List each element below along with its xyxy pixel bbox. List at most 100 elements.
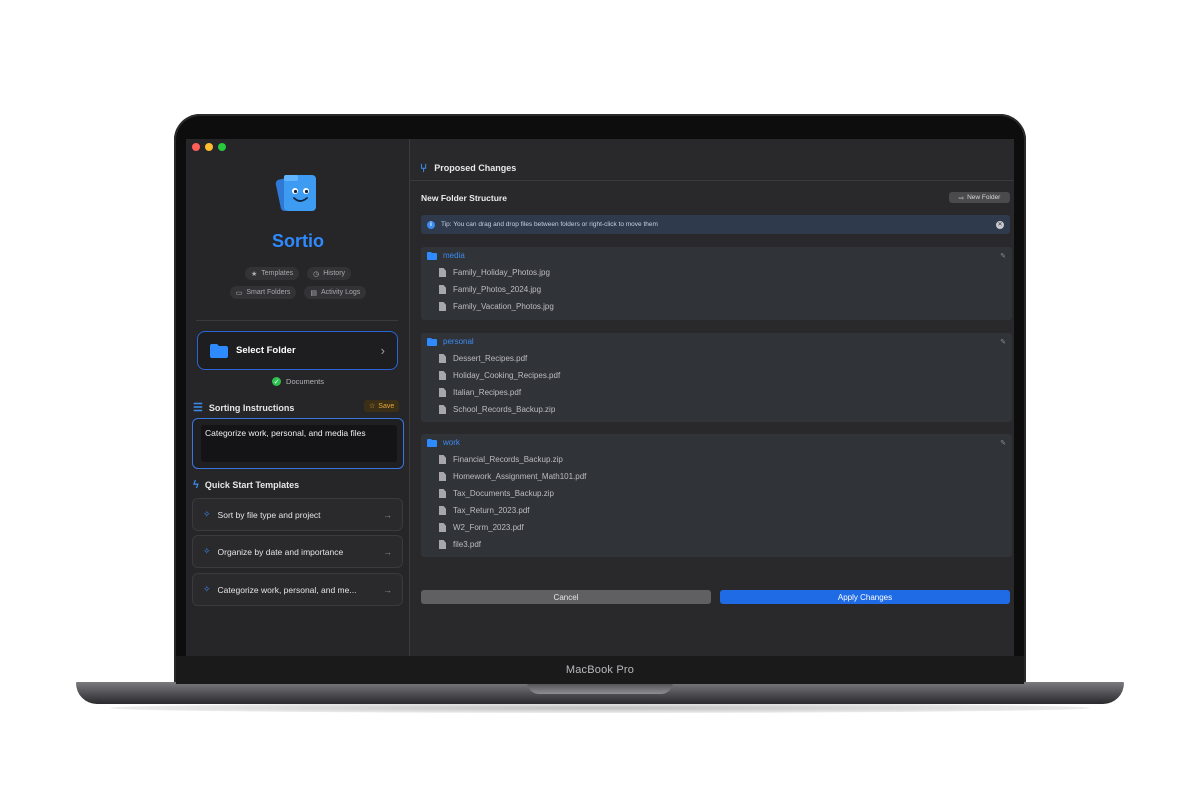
template-label: Organize by date and importance <box>217 546 344 557</box>
file-item[interactable]: Family_Holiday_Photos.jpg <box>421 264 1012 281</box>
laptop-chin: MacBook Pro <box>176 656 1024 684</box>
file-item[interactable]: file3.pdf <box>421 536 1012 553</box>
file-icon <box>439 285 446 294</box>
file-item[interactable]: School_Records_Backup.zip <box>421 401 1012 418</box>
file-name: School_Records_Backup.zip <box>453 405 556 414</box>
structure-title: New Folder Structure <box>421 193 507 203</box>
main-panel: ⑂ Proposed Changes New Folder Structure … <box>410 139 1014 656</box>
save-instructions-button[interactable]: ☆ Save <box>364 400 400 412</box>
file-name: Tax_Return_2023.pdf <box>453 506 530 515</box>
pencil-icon[interactable]: ✎ <box>1000 338 1006 346</box>
file-item[interactable]: Dessert_Recipes.pdf <box>421 350 1012 367</box>
close-window-button[interactable] <box>192 143 200 151</box>
file-icon <box>439 388 446 397</box>
proposed-changes-header: ⑂ Proposed Changes <box>420 161 516 175</box>
activity-logs-tab-label: Activity Logs <box>320 289 361 296</box>
file-name: file3.pdf <box>453 540 482 549</box>
file-icon <box>439 540 446 549</box>
folder-group-media: media ✎ Family_Holiday_Photos.jpg Family… <box>421 247 1012 320</box>
activity-logs-tab[interactable]: ▤ Activity Logs <box>304 286 367 299</box>
list-icon: ☰ <box>193 402 203 414</box>
folder-header[interactable]: personal ✎ <box>421 333 1012 350</box>
template-item[interactable]: ✧ Sort by file type and project → <box>192 498 403 531</box>
checkmark-icon: ✓ <box>272 377 282 386</box>
file-item[interactable]: Family_Vacation_Photos.jpg <box>421 298 1012 315</box>
folder-group-work: work ✎ Financial_Records_Backup.zip Home… <box>421 434 1012 557</box>
nav-row-1: ★ Templates ◷ History <box>186 267 410 280</box>
smart-folders-tab-label: Smart Folders <box>246 289 291 296</box>
file-name: W2_Form_2023.pdf <box>453 523 524 532</box>
arrow-right-icon: → <box>383 509 392 520</box>
select-folder-label: Select Folder <box>236 345 296 356</box>
folder-header[interactable]: media ✎ <box>421 247 1012 264</box>
file-item[interactable]: Tax_Documents_Backup.zip <box>421 485 1012 502</box>
file-icon <box>439 268 446 277</box>
minimize-window-button[interactable] <box>205 143 213 151</box>
folder-icon <box>210 343 228 358</box>
file-icon <box>439 523 446 532</box>
arrow-right-icon: → <box>383 584 392 595</box>
template-label: Categorize work, personal, and me... <box>217 584 357 595</box>
select-folder-button[interactable]: Select Folder › <box>197 331 398 370</box>
new-folder-button[interactable]: ⇨ New Folder <box>949 192 1010 203</box>
fork-icon: ⑂ <box>420 161 428 175</box>
pencil-icon[interactable]: ✎ <box>1000 252 1006 260</box>
folder-header[interactable]: work ✎ <box>421 434 1012 451</box>
info-icon: i <box>427 220 435 229</box>
file-name: Family_Photos_2024.jpg <box>453 285 542 294</box>
file-item[interactable]: Holiday_Cooking_Recipes.pdf <box>421 367 1012 384</box>
arrow-right-icon: → <box>383 546 392 557</box>
divider <box>410 180 1014 181</box>
file-item[interactable]: W2_Form_2023.pdf <box>421 519 1012 536</box>
sparkle-icon: ✧ <box>203 509 211 519</box>
tip-text: Tip: You can drag and drop files between… <box>441 221 658 228</box>
file-name: Tax_Documents_Backup.zip <box>453 489 554 498</box>
laptop-shadow <box>110 703 1090 713</box>
file-name: Family_Vacation_Photos.jpg <box>453 302 554 311</box>
file-item[interactable]: Homework_Assignment_Math101.pdf <box>421 468 1012 485</box>
pencil-icon[interactable]: ✎ <box>1000 439 1006 447</box>
new-folder-icon: ⇨ <box>958 194 965 202</box>
template-item[interactable]: ✧ Organize by date and importance → <box>192 535 403 568</box>
zoom-window-button[interactable] <box>218 143 226 151</box>
quick-start-title: Quick Start Templates <box>204 480 300 490</box>
file-name: Homework_Assignment_Math101.pdf <box>453 472 587 481</box>
file-item[interactable]: Tax_Return_2023.pdf <box>421 502 1012 519</box>
file-item[interactable]: Family_Photos_2024.jpg <box>421 281 1012 298</box>
cancel-button[interactable]: Cancel <box>421 590 711 604</box>
clipboard-icon: ▤ <box>310 289 317 297</box>
app-title: Sortio <box>272 231 324 251</box>
file-item[interactable]: Italian_Recipes.pdf <box>421 384 1012 401</box>
lightning-icon: ϟ <box>193 479 199 491</box>
apply-changes-button[interactable]: Apply Changes <box>720 590 1010 604</box>
file-name: Italian_Recipes.pdf <box>453 388 522 397</box>
star-icon: ☆ <box>369 403 376 410</box>
smart-folders-tab[interactable]: ▭ Smart Folders <box>229 286 297 299</box>
proposed-changes-title: Proposed Changes <box>434 163 517 173</box>
quick-start-header: ϟ Quick Start Templates <box>193 479 299 491</box>
folder-icon <box>427 251 437 260</box>
templates-tab[interactable]: ★ Templates <box>244 267 300 280</box>
file-name: Family_Holiday_Photos.jpg <box>453 268 550 277</box>
sidebar: Sortio ★ Templates ◷ History ▭ Smart Folder… <box>186 139 410 656</box>
file-item[interactable]: Financial_Records_Backup.zip <box>421 451 1012 468</box>
file-icon <box>439 302 446 311</box>
file-icon <box>439 354 446 363</box>
template-item[interactable]: ✧ Categorize work, personal, and me... → <box>192 573 403 606</box>
folder-icon <box>427 337 437 346</box>
file-icon <box>439 405 446 414</box>
history-tab-label: History <box>323 270 346 277</box>
app-window: Sortio ★ Templates ◷ History ▭ Smart Folder… <box>186 139 1014 656</box>
templates-tab-label: Templates <box>261 270 294 277</box>
instructions-text[interactable]: Categorize work, personal, and media fil… <box>201 425 397 462</box>
device-label: MacBook Pro <box>565 664 635 676</box>
app-logo <box>275 174 316 212</box>
history-tab[interactable]: ◷ History <box>307 267 352 280</box>
tip-banner: i Tip: You can drag and drop files betwe… <box>421 215 1010 234</box>
file-name: Financial_Records_Backup.zip <box>453 455 563 464</box>
folder-name: personal <box>443 337 474 346</box>
instructions-field[interactable]: Categorize work, personal, and media fil… <box>192 418 404 469</box>
close-icon[interactable]: ✕ <box>996 220 1004 229</box>
star-icon: ★ <box>250 270 258 278</box>
folder-name: work <box>443 438 460 447</box>
